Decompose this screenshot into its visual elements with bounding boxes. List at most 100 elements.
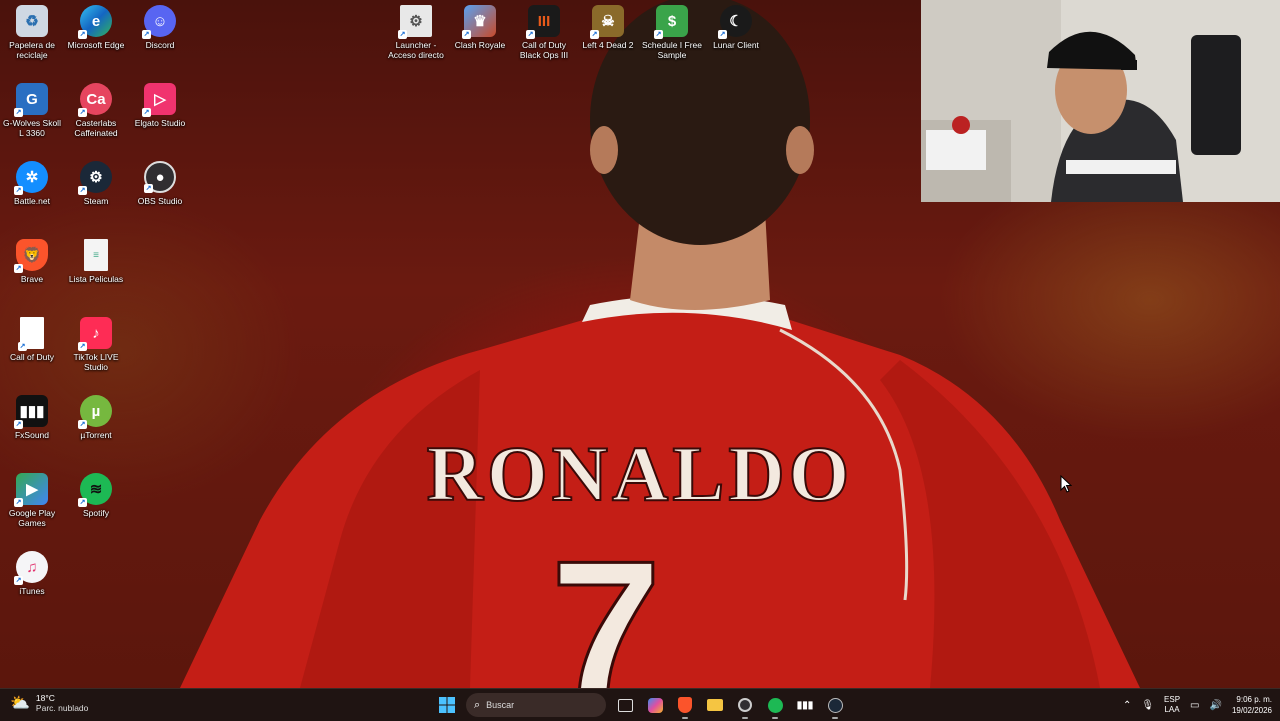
- taskbar-search-box[interactable]: ⌕ Buscar: [466, 693, 606, 717]
- desktop-icon-label: Battle.net: [14, 196, 50, 206]
- desktop-icon-clash-royale[interactable]: ♛ ↗ Clash Royale: [449, 0, 511, 50]
- desktop-icon-steam[interactable]: ⚙ ↗ Steam: [65, 156, 127, 206]
- desktop-icon-obs[interactable]: ● ↗ OBS Studio: [129, 156, 191, 206]
- desktop-icon-elgato[interactable]: ▷ ↗ Elgato Studio: [129, 78, 191, 128]
- desktop-icon-label: TikTok LIVE Studio: [73, 352, 119, 372]
- keyboard-layout: LAA: [1164, 705, 1180, 714]
- battlenet-icon: ✲ ↗: [14, 161, 48, 195]
- task-view-button[interactable]: [614, 694, 636, 716]
- taskbar-file-explorer[interactable]: [704, 694, 726, 716]
- casterlabs-icon: Ca ↗: [78, 83, 112, 117]
- elgato-icon: ▷ ↗: [142, 83, 176, 117]
- spotify-icon: [767, 697, 783, 713]
- itunes-icon: ♫ ↗: [14, 551, 48, 585]
- taskbar-fxsound[interactable]: ▮▮▮: [794, 694, 816, 716]
- lunar-client-icon: ☾ ↗: [718, 5, 752, 39]
- folder-icon: [707, 699, 723, 711]
- edge-icon: e ↗: [78, 5, 112, 39]
- chevron-up-icon[interactable]: ⌃: [1123, 700, 1131, 711]
- desktop-icon-itunes[interactable]: ♫ ↗ iTunes: [1, 546, 63, 596]
- desktop-icon-label: Call of Duty: [10, 352, 54, 362]
- desktop-icon-label: Launcher - Acceso directo: [388, 40, 444, 60]
- desktop-icon-lista-peliculas[interactable]: ≡ Lista Peliculas: [65, 234, 127, 284]
- volume-icon[interactable]: 🔊: [1210, 700, 1222, 711]
- taskbar-copilot[interactable]: [644, 694, 666, 716]
- brave-icon: [678, 697, 692, 713]
- desktop-icon-call-of-duty[interactable]: ↗ Call of Duty: [1, 312, 63, 362]
- taskbar-obs[interactable]: [734, 694, 756, 719]
- weather-cloud-icon: ⛅: [10, 695, 30, 712]
- desktop-icon-casterlabs[interactable]: Ca ↗ Casterlabs Caffeinated: [65, 78, 127, 138]
- clash-royale-icon: ♛ ↗: [462, 5, 496, 39]
- discord-icon: ☺ ↗: [142, 5, 176, 39]
- tiktok-icon: ♪ ↗: [78, 317, 112, 351]
- network-icon[interactable]: ▭: [1190, 700, 1199, 711]
- weather-widget[interactable]: ⛅ 18°C Parc. nublado: [10, 693, 88, 713]
- obs-icon: ● ↗: [144, 161, 176, 193]
- desktop-icon-spotify[interactable]: ≋ ↗ Spotify: [65, 468, 127, 518]
- left4dead-icon: ☠ ↗: [590, 5, 624, 39]
- schedule-icon: $ ↗: [654, 5, 688, 39]
- google-play-games-icon: ▶ ↗: [14, 473, 48, 507]
- taskbar-steam[interactable]: [824, 694, 846, 719]
- jersey-name: RONALDO: [427, 430, 854, 517]
- recycle-bin-icon: ♻: [16, 5, 48, 37]
- desktop-icon-utorrent[interactable]: µ ↗ µTorrent: [65, 390, 127, 440]
- desktop-icon-google-play-games[interactable]: ▶ ↗ Google Play Games: [1, 468, 63, 528]
- desktop-icon-tiktok-live[interactable]: ♪ ↗ TikTok LIVE Studio: [65, 312, 127, 372]
- windows-start-icon: [439, 697, 455, 713]
- desktop-icon-recycle-bin[interactable]: ♻ Papelera de reciclaje: [1, 0, 63, 60]
- taskbar-brave[interactable]: [674, 694, 696, 719]
- obs-icon: [738, 698, 752, 712]
- desktop-icon-launcher[interactable]: ⚙ ↗ Launcher - Acceso directo: [385, 0, 447, 60]
- jersey-number: 7: [550, 520, 661, 688]
- desktop-icon-discord[interactable]: ☺ ↗ Discord: [129, 0, 191, 50]
- desktop-icon-label: Clash Royale: [454, 40, 506, 50]
- desktop-icon-label: Brave: [20, 274, 44, 284]
- desktop-icon-label: µTorrent: [80, 430, 112, 440]
- desktop-icon-brave[interactable]: 🦁 ↗ Brave: [1, 234, 63, 284]
- desktop-icon-label: G-Wolves Skoll L 3360: [3, 118, 61, 138]
- brave-icon: 🦁 ↗: [14, 239, 48, 273]
- desktop-icon-label: Lunar Client: [713, 40, 759, 50]
- black-ops-icon: III ↗: [526, 5, 560, 39]
- language-indicator[interactable]: ESP LAA: [1164, 695, 1180, 715]
- desktop-icon-lunar-client[interactable]: ☾ ↗ Lunar Client: [705, 0, 767, 50]
- desktop-icon-label: FxSound: [14, 430, 50, 440]
- desktop-icon-battlenet[interactable]: ✲ ↗ Battle.net: [1, 156, 63, 206]
- desktop-icon-label: Call of Duty Black Ops III: [519, 40, 569, 60]
- desktop-icon-label: Left 4 Dead 2: [582, 40, 634, 50]
- desktop-icon-label: Casterlabs Caffeinated: [74, 118, 118, 138]
- weather-description: Parc. nublado: [35, 703, 89, 713]
- start-button[interactable]: [436, 694, 458, 716]
- microphone-icon[interactable]: 🎙: [1141, 700, 1154, 711]
- copilot-icon: [647, 697, 663, 713]
- desktop-icon-left4dead2[interactable]: ☠ ↗ Left 4 Dead 2: [577, 0, 639, 50]
- fxsound-icon: ▮▮▮ ↗: [14, 395, 48, 429]
- webcam-overlay: [921, 0, 1280, 202]
- search-placeholder: Buscar: [486, 700, 515, 710]
- weather-temperature: 18°C: [35, 693, 55, 703]
- desktop-icon-label: Google Play Games: [8, 508, 56, 528]
- gwolves-icon: G ↗: [14, 83, 48, 117]
- desktop-icon-label: Discord: [145, 40, 175, 50]
- steam-icon: ⚙ ↗: [78, 161, 112, 195]
- fxsound-icon: ▮▮▮: [796, 699, 814, 711]
- desktop-icon-label: iTunes: [19, 586, 45, 596]
- desktop-icon-label: Elgato Studio: [134, 118, 186, 128]
- blank-file-icon: ↗: [18, 317, 44, 351]
- utorrent-icon: µ ↗: [78, 395, 112, 429]
- desktop-icon-black-ops-3[interactable]: III ↗ Call of Duty Black Ops III: [513, 0, 575, 60]
- desktop-icon-label: Lista Peliculas: [68, 274, 124, 284]
- desktop-icon-gwolves[interactable]: G ↗ G-Wolves Skoll L 3360: [1, 78, 63, 138]
- desktop-icon-fxsound[interactable]: ▮▮▮ ↗ FxSound: [1, 390, 63, 440]
- desktop-icon-edge[interactable]: e ↗ Microsoft Edge: [65, 0, 127, 50]
- document-icon: ≡: [84, 239, 108, 271]
- desktop-icon-schedule-i[interactable]: $ ↗ Schedule I Free Sample: [641, 0, 703, 60]
- taskbar-spotify[interactable]: [764, 694, 786, 719]
- search-icon: ⌕: [474, 698, 481, 711]
- desktop-icon-label: Steam: [83, 196, 109, 206]
- desktop-icon-label: Microsoft Edge: [67, 40, 125, 50]
- clock[interactable]: 9:06 p. m. 19/02/2026: [1232, 694, 1272, 716]
- desktop-icon-label: Spotify: [83, 508, 109, 518]
